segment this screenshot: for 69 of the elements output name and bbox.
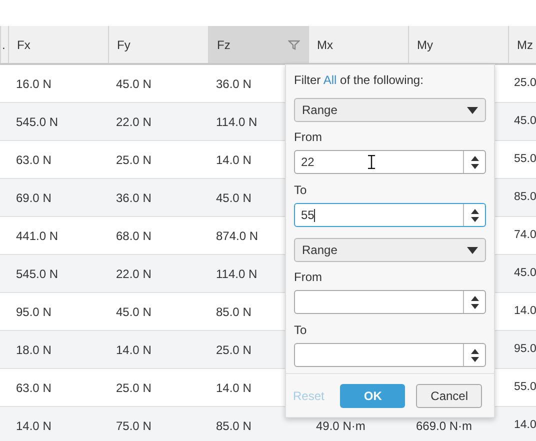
- spin-down-icon[interactable]: [470, 164, 478, 168]
- number-field[interactable]: 55: [294, 203, 486, 227]
- table-cell-text: 16.0 N: [16, 76, 52, 92]
- table-cell-text: 95.0: [514, 342, 536, 357]
- column-header[interactable]: Mz: [508, 26, 536, 63]
- table-cell-text: 45.0 N: [216, 190, 252, 206]
- spin-down-icon[interactable]: [470, 304, 478, 308]
- spin-up-icon[interactable]: [470, 296, 478, 300]
- table-cell-text: 14.0 N: [216, 152, 252, 168]
- spin-up-icon[interactable]: [470, 208, 478, 214]
- table-cell-text: 45.0 N: [116, 76, 152, 92]
- table-cell-text: 55.0: [514, 152, 536, 167]
- table-cell-text: 114.0 N: [216, 114, 258, 130]
- field-label: From: [294, 269, 323, 286]
- filter-heading: Filter All of the following:: [294, 72, 424, 87]
- table-cell-text: 14.0 N: [16, 418, 52, 434]
- spin-down-icon[interactable]: [470, 356, 478, 362]
- table-cell-text: 669.0 N·m: [416, 418, 472, 434]
- spin-up-icon[interactable]: [470, 348, 478, 354]
- range-select[interactable]: Range: [294, 238, 486, 262]
- table-cell-text: 22.0 N: [116, 114, 152, 130]
- table-cell-text: 25.0 N: [216, 342, 252, 358]
- spin-up-icon[interactable]: [470, 156, 478, 160]
- table-cell-text: 14.0 N: [116, 342, 152, 358]
- field-label: To: [294, 182, 308, 199]
- table-cell-text: 14.0: [514, 418, 536, 433]
- text-cursor-icon: [368, 155, 375, 169]
- table-cell-text: 45.0: [514, 266, 536, 281]
- cancel-button[interactable]: Cancel: [416, 384, 482, 408]
- table-cell-text: 75.0 N: [116, 418, 152, 434]
- table-cell-text: 63.0 N: [16, 152, 52, 168]
- table-cell-text: 85.0 N: [216, 304, 252, 320]
- table-cell-text: 74.0: [514, 228, 536, 243]
- table-cell-text: 545.0 N: [16, 266, 58, 282]
- table-cell-text: 85.0 N: [216, 418, 252, 434]
- range-select[interactable]: Range: [294, 98, 486, 122]
- table-cell-text: 545.0 N: [16, 114, 58, 130]
- table-cell-text: 85.0: [514, 190, 536, 205]
- table-cell-text: 45.0: [514, 114, 536, 129]
- table-cell-text: 14.0: [514, 304, 536, 319]
- table-cell-text: 63.0 N: [16, 380, 52, 396]
- column-header[interactable]: My: [408, 26, 508, 63]
- table-cell-text: 68.0 N: [116, 228, 152, 244]
- table-cell-text: 114.0 N: [216, 266, 258, 282]
- table-cell-text: 25.0: [514, 76, 536, 91]
- column-header[interactable]: Fz: [208, 26, 308, 63]
- table-cell-text: 45.0 N: [116, 304, 152, 320]
- column-header[interactable]: Mx: [308, 26, 408, 63]
- table-cell-text: 25.0 N: [116, 152, 152, 168]
- table-cell-text: 95.0 N: [16, 304, 52, 320]
- number-field[interactable]: [294, 343, 486, 367]
- table-cell-text: 441.0 N: [16, 228, 58, 244]
- table-cell-text: 49.0 N·m: [316, 418, 366, 434]
- table-cell-text: 22.0 N: [116, 266, 152, 282]
- column-header[interactable]: Fx: [8, 26, 108, 63]
- table-cell-text: 25.0 N: [116, 380, 152, 396]
- table-cell-text: 874.0 N: [216, 228, 258, 244]
- table-cell-text: 55.0: [514, 380, 536, 395]
- table-cell-text: 36.0 N: [116, 190, 152, 206]
- dropdown-icon: [467, 106, 478, 114]
- number-field[interactable]: [294, 290, 486, 314]
- table-cell-text: 36.0 N: [216, 76, 252, 92]
- field-label: To: [294, 322, 308, 339]
- table-cell-text: 18.0 N: [16, 342, 52, 358]
- field-label: From: [294, 129, 323, 146]
- number-field[interactable]: 22: [294, 150, 486, 174]
- column-header[interactable]: .: [0, 26, 8, 63]
- table-cell-text: 14.0 N: [216, 380, 252, 396]
- table-cell-text: 69.0 N: [16, 190, 52, 206]
